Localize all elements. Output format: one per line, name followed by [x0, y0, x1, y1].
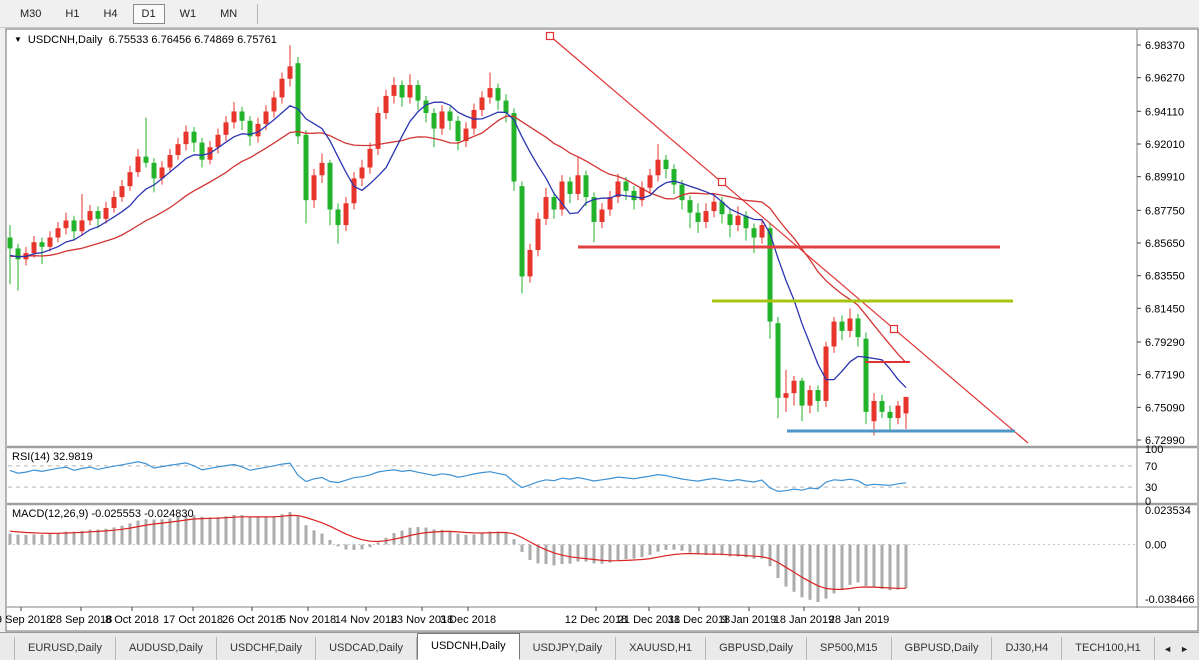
level-line-olive[interactable] — [712, 300, 1013, 303]
chart-tab-bar: EURUSD,Daily AUDUSD,Daily USDCHF,Daily U… — [0, 632, 1199, 660]
svg-text:9 Jan 2019: 9 Jan 2019 — [722, 614, 776, 626]
svg-text:17 Oct 2018: 17 Oct 2018 — [163, 614, 223, 626]
trendline-handle[interactable] — [719, 179, 726, 186]
timeframe-button-w1[interactable]: W1 — [171, 4, 206, 24]
svg-text:6.87750: 6.87750 — [1145, 205, 1185, 217]
timeframe-button-mn[interactable]: MN — [211, 4, 246, 24]
rsi-indicator-label: RSI(14) 32.9819 — [12, 451, 93, 463]
svg-text:70: 70 — [1145, 461, 1157, 473]
tab-sp500-m15[interactable]: SP500,M15 — [807, 637, 891, 660]
svg-text:6.77190: 6.77190 — [1145, 370, 1185, 382]
tab-tech100-h1[interactable]: TECH100,H1 — [1062, 637, 1154, 660]
chart-title: ▼ USDCNH,Daily 6.75533 6.76456 6.74869 6.… — [14, 34, 277, 46]
short-red-segment[interactable] — [865, 361, 910, 363]
svg-text:26 Oct 2018: 26 Oct 2018 — [222, 614, 282, 626]
chart-canvas[interactable]: 6.98370 6.96270 6.94110 6.92010 6.89910 6.877… — [0, 0, 1199, 660]
svg-text:6.85650: 6.85650 — [1145, 238, 1185, 250]
svg-text:14 Nov 2018: 14 Nov 2018 — [335, 614, 397, 626]
svg-text:28 Jan 2019: 28 Jan 2019 — [829, 614, 890, 626]
tab-usdjpy-daily[interactable]: USDJPY,Daily — [520, 637, 617, 660]
svg-text:0.00: 0.00 — [1145, 539, 1166, 551]
tab-usdchf-daily[interactable]: USDCHF,Daily — [217, 637, 316, 660]
timeframe-button-m30[interactable]: M30 — [11, 4, 50, 24]
tab-audusd-daily[interactable]: AUDUSD,Daily — [116, 637, 217, 660]
chevron-down-icon[interactable]: ▼ — [14, 35, 22, 44]
tab-scroll-left-icon[interactable]: ◄ — [1163, 644, 1172, 654]
resistance-line-red[interactable] — [578, 246, 1000, 249]
tab-gbpusd-daily-2[interactable]: GBPUSD,Daily — [892, 637, 993, 660]
timeframe-button-h4[interactable]: H4 — [94, 4, 126, 24]
tab-scroll-right-icon[interactable]: ► — [1180, 644, 1189, 654]
trendline-handle[interactable] — [891, 326, 898, 333]
chart-symbol-label: USDCNH,Daily — [28, 34, 103, 46]
svg-text:0.023534: 0.023534 — [1145, 505, 1191, 517]
toolbar-separator — [257, 4, 258, 24]
tab-eurusd-daily[interactable]: EURUSD,Daily — [14, 637, 116, 660]
svg-text:6.75090: 6.75090 — [1145, 402, 1185, 414]
svg-text:6.98370: 6.98370 — [1145, 40, 1185, 52]
svg-text:18 Jan 2019: 18 Jan 2019 — [774, 614, 835, 626]
tab-gbpusd-daily[interactable]: GBPUSD,Daily — [706, 637, 807, 660]
chart-ohlc-quotes: 6.75533 6.76456 6.74869 6.75761 — [109, 34, 277, 46]
svg-text:6.96270: 6.96270 — [1145, 73, 1185, 85]
svg-text:3 Dec 2018: 3 Dec 2018 — [440, 614, 496, 626]
timeframe-button-h1[interactable]: H1 — [56, 4, 88, 24]
svg-text:6.83550: 6.83550 — [1145, 271, 1185, 283]
svg-text:6.92010: 6.92010 — [1145, 139, 1185, 151]
svg-text:100: 100 — [1145, 444, 1163, 456]
application-window: 6.98370 6.96270 6.94110 6.92010 6.89910 6.877… — [0, 0, 1199, 660]
timeframe-toolbar: M30 H1 H4 D1 W1 MN — [0, 0, 1199, 28]
timeframe-button-d1[interactable]: D1 — [133, 4, 165, 24]
svg-text:-0.038466: -0.038466 — [1145, 594, 1195, 606]
svg-text:30: 30 — [1145, 482, 1157, 494]
svg-text:28 Sep 2018: 28 Sep 2018 — [50, 614, 112, 626]
svg-text:6.81450: 6.81450 — [1145, 303, 1185, 315]
macd-indicator-label: MACD(12,26,9) -0.025553 -0.024830 — [12, 508, 194, 520]
svg-text:6.89910: 6.89910 — [1145, 172, 1185, 184]
svg-text:6.94110: 6.94110 — [1145, 106, 1184, 118]
support-line-blue[interactable] — [787, 430, 1015, 433]
tab-usdcnh-daily[interactable]: USDCNH,Daily — [417, 633, 520, 660]
svg-text:8 Oct 2018: 8 Oct 2018 — [105, 614, 159, 626]
tab-usdcad-daily[interactable]: USDCAD,Daily — [316, 637, 417, 660]
tab-xauusd-h1[interactable]: XAUUSD,H1 — [616, 637, 706, 660]
svg-text:5 Nov 2018: 5 Nov 2018 — [280, 614, 336, 626]
svg-text:19 Sep 2018: 19 Sep 2018 — [0, 614, 52, 626]
tab-dj30-h4[interactable]: DJ30,H4 — [992, 637, 1062, 660]
svg-text:6.79290: 6.79290 — [1145, 337, 1185, 349]
trendline-handle[interactable] — [547, 33, 554, 40]
